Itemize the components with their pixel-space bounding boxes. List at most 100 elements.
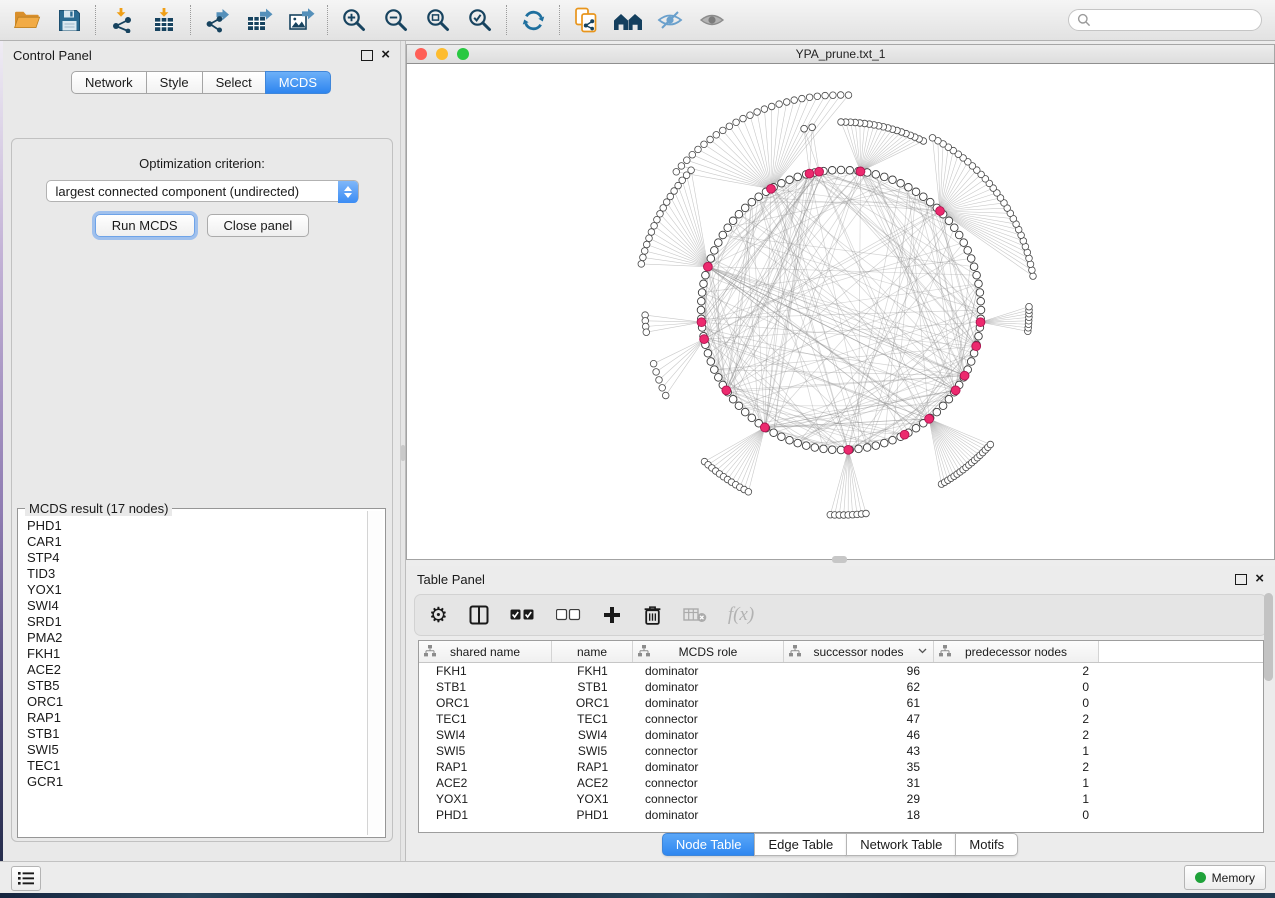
cell: connector (633, 744, 784, 758)
table-row-ace2[interactable]: ACE2ACE2connector311 (419, 775, 1263, 791)
select-all-checkboxes-icon[interactable] (510, 609, 535, 621)
tab-node-table[interactable]: Node Table (662, 833, 756, 856)
mcds-result-item[interactable]: GCR1 (27, 774, 366, 790)
tab-edge-table[interactable]: Edge Table (754, 833, 847, 856)
column-header-successor-nodes[interactable]: successor nodes (784, 641, 934, 662)
table-row-orc1[interactable]: ORC1ORC1dominator610 (419, 695, 1263, 711)
mcds-result-item[interactable]: STP4 (27, 550, 366, 566)
mcds-result-item[interactable]: TEC1 (27, 758, 366, 774)
toolbar-separator (506, 5, 507, 35)
cell: FKH1 (419, 664, 552, 678)
mcds-result-item[interactable]: ACE2 (27, 662, 366, 678)
tab-motifs[interactable]: Motifs (955, 833, 1018, 856)
table-row-fkh1[interactable]: FKH1FKH1dominator962 (419, 663, 1263, 679)
tab-network-table[interactable]: Network Table (846, 833, 956, 856)
mcds-result-list[interactable]: PHD1CAR1STP4TID3YOX1SWI4SRD1PMA2FKH1ACE2… (20, 511, 366, 835)
refresh-layout-button[interactable] (512, 3, 554, 37)
memory-button-label: Memory (1212, 871, 1255, 885)
mcds-result-item[interactable]: YOX1 (27, 582, 366, 598)
eye-slash-icon (657, 9, 683, 31)
first-neighbors-button[interactable] (607, 3, 649, 37)
export-image-button[interactable] (280, 3, 322, 37)
table-row-swi4[interactable]: SWI4SWI4dominator462 (419, 727, 1263, 743)
import-table-button[interactable] (143, 3, 185, 37)
mcds-result-item[interactable]: SRD1 (27, 614, 366, 630)
cell: STB1 (552, 680, 633, 694)
tab-mcds[interactable]: MCDS (265, 71, 331, 94)
table-row-rap1[interactable]: RAP1RAP1dominator352 (419, 759, 1263, 775)
table-row-stb1[interactable]: STB1STB1dominator620 (419, 679, 1263, 695)
mcds-result-item[interactable]: SWI5 (27, 742, 366, 758)
zoom-selected-button[interactable] (459, 3, 501, 37)
mcds-result-item[interactable]: ORC1 (27, 694, 366, 710)
memory-button[interactable]: Memory (1184, 865, 1266, 890)
search-box[interactable] (1068, 9, 1262, 31)
column-header-mcds-role[interactable]: MCDS role (633, 641, 784, 662)
tab-style[interactable]: Style (146, 71, 203, 94)
column-header-name[interactable]: name (552, 641, 633, 662)
zoom-in-button[interactable] (333, 3, 375, 37)
table-row-phd1[interactable]: PHD1PHD1dominator180 (419, 807, 1263, 823)
vertical-splitter-handle[interactable] (401, 445, 405, 461)
float-panel-icon[interactable] (361, 50, 373, 61)
table-row-tec1[interactable]: TEC1TEC1connector472 (419, 711, 1263, 727)
table-options-gear-icon[interactable]: ⚙ (429, 605, 448, 626)
network-graph[interactable] (407, 64, 1274, 559)
close-panel-icon[interactable]: × (381, 50, 390, 60)
mcds-result-item[interactable]: SWI4 (27, 598, 366, 614)
toolbar-separator (190, 5, 191, 35)
delete-column-trash-icon[interactable] (643, 605, 662, 626)
column-tree-icon (939, 645, 951, 657)
mcds-result-item[interactable]: RAP1 (27, 710, 366, 726)
mcds-result-item[interactable]: STB1 (27, 726, 366, 742)
mcds-result-item[interactable]: PMA2 (27, 630, 366, 646)
mcds-result-item[interactable]: TID3 (27, 566, 366, 582)
tab-select[interactable]: Select (202, 71, 266, 94)
cell: 1 (934, 776, 1099, 790)
show-columns-icon[interactable] (469, 605, 489, 625)
open-file-button[interactable] (6, 3, 48, 37)
column-header-shared-name[interactable]: shared name (419, 641, 552, 662)
mcds-result-item[interactable]: PHD1 (27, 518, 366, 534)
mcds-tab-content: Optimization criterion: largest connecte… (11, 138, 393, 842)
search-input[interactable] (1096, 12, 1255, 28)
cell: 1 (934, 744, 1099, 758)
deselect-all-checkboxes-icon[interactable] (556, 609, 581, 621)
close-panel-button[interactable]: Close panel (207, 214, 310, 237)
show-panels-list-button[interactable] (11, 866, 41, 891)
network-window-titlebar: YPA_prune.txt_1 (406, 44, 1275, 64)
table-row-swi5[interactable]: SWI5SWI5connector431 (419, 743, 1263, 759)
result-scrollbar-track[interactable] (367, 511, 383, 835)
column-header-predecessor-nodes[interactable]: predecessor nodes (934, 641, 1099, 662)
table-row-yox1[interactable]: YOX1YOX1connector291 (419, 791, 1263, 807)
mcds-result-item[interactable]: FKH1 (27, 646, 366, 662)
import-network-button[interactable] (101, 3, 143, 37)
network-canvas[interactable] (406, 64, 1275, 560)
table-panel-title: Table Panel (417, 572, 485, 587)
node-table-header-row: shared namenameMCDS rolesuccessor nodesp… (419, 641, 1263, 663)
mcds-result-item[interactable]: CAR1 (27, 534, 366, 550)
cell: FKH1 (552, 664, 633, 678)
run-mcds-button[interactable]: Run MCDS (95, 214, 195, 237)
cell: SWI5 (419, 744, 552, 758)
float-panel-icon[interactable] (1235, 574, 1247, 585)
zoom-fit-button[interactable] (417, 3, 459, 37)
control-panel-title: Control Panel (13, 48, 92, 63)
hide-selected-button[interactable] (649, 3, 691, 37)
mcds-result-item[interactable]: STB5 (27, 678, 366, 694)
save-session-button[interactable] (48, 3, 90, 37)
horizontal-splitter-handle[interactable] (832, 556, 847, 563)
zoom-out-button[interactable] (375, 3, 417, 37)
export-network-button[interactable] (196, 3, 238, 37)
search-icon (1077, 13, 1091, 27)
export-table-button[interactable] (238, 3, 280, 37)
control-panel-header: Control Panel × (3, 41, 400, 69)
memory-status-dot-icon (1195, 872, 1206, 883)
clone-network-button[interactable] (565, 3, 607, 37)
add-column-icon[interactable] (602, 605, 622, 625)
optimization-criterion-select[interactable]: largest connected component (undirected) (46, 180, 359, 202)
close-panel-icon[interactable]: × (1255, 574, 1264, 584)
show-all-button[interactable] (691, 3, 733, 37)
tab-network[interactable]: Network (71, 71, 147, 94)
table-scrollbar-thumb[interactable] (1264, 593, 1273, 681)
